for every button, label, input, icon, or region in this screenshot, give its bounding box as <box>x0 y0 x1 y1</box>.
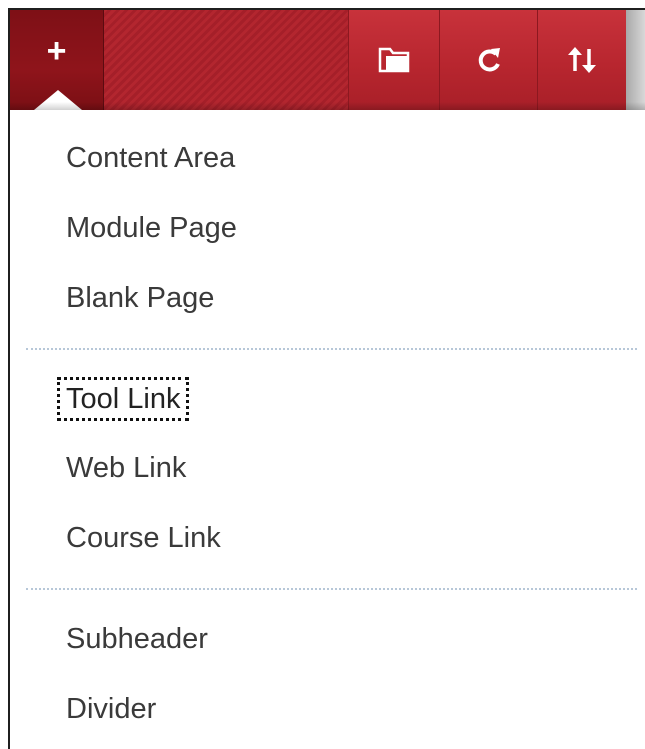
add-menu-item-button[interactable]: + <box>10 10 104 110</box>
menu-item-label: Module Page <box>66 212 237 244</box>
reorder-button[interactable] <box>537 10 626 110</box>
menu-item-content-area[interactable]: Content Area <box>26 124 637 192</box>
course-menu-frame: + Content Area Module Page Blank Page To… <box>8 8 645 749</box>
menu-item-label: Subheader <box>66 623 208 655</box>
plus-icon: + <box>46 32 67 70</box>
menu-item-label: Course Link <box>66 522 221 554</box>
sort-arrows-icon <box>568 47 596 73</box>
menu-item-label: Content Area <box>66 142 236 174</box>
course-menu-toolbar: + <box>10 10 645 110</box>
menu-item-module-page[interactable]: Module Page <box>26 194 637 262</box>
menu-item-tool-link[interactable]: Tool Link <box>26 365 637 433</box>
menu-item-blank-page[interactable]: Blank Page <box>26 264 637 332</box>
menu-item-label: Blank Page <box>66 282 215 314</box>
folder-icon <box>378 47 410 73</box>
add-menu-dropdown: Content Area Module Page Blank Page Tool… <box>10 110 645 749</box>
menu-item-subheader[interactable]: Subheader <box>26 605 637 673</box>
menu-caret <box>34 90 82 110</box>
menu-separator <box>26 348 637 350</box>
create-folder-button[interactable] <box>348 10 439 110</box>
refresh-button[interactable] <box>439 10 537 110</box>
menu-item-divider[interactable]: Divider <box>26 675 637 743</box>
menu-item-label: Divider <box>66 693 157 725</box>
menu-item-web-link[interactable]: Web Link <box>26 434 637 502</box>
menu-item-course-link[interactable]: Course Link <box>26 504 637 572</box>
menu-item-label: Web Link <box>66 452 187 484</box>
refresh-icon <box>478 48 500 72</box>
menu-item-label: Tool Link <box>56 377 190 421</box>
toolbar-edge <box>626 10 645 110</box>
menu-separator <box>26 588 637 590</box>
